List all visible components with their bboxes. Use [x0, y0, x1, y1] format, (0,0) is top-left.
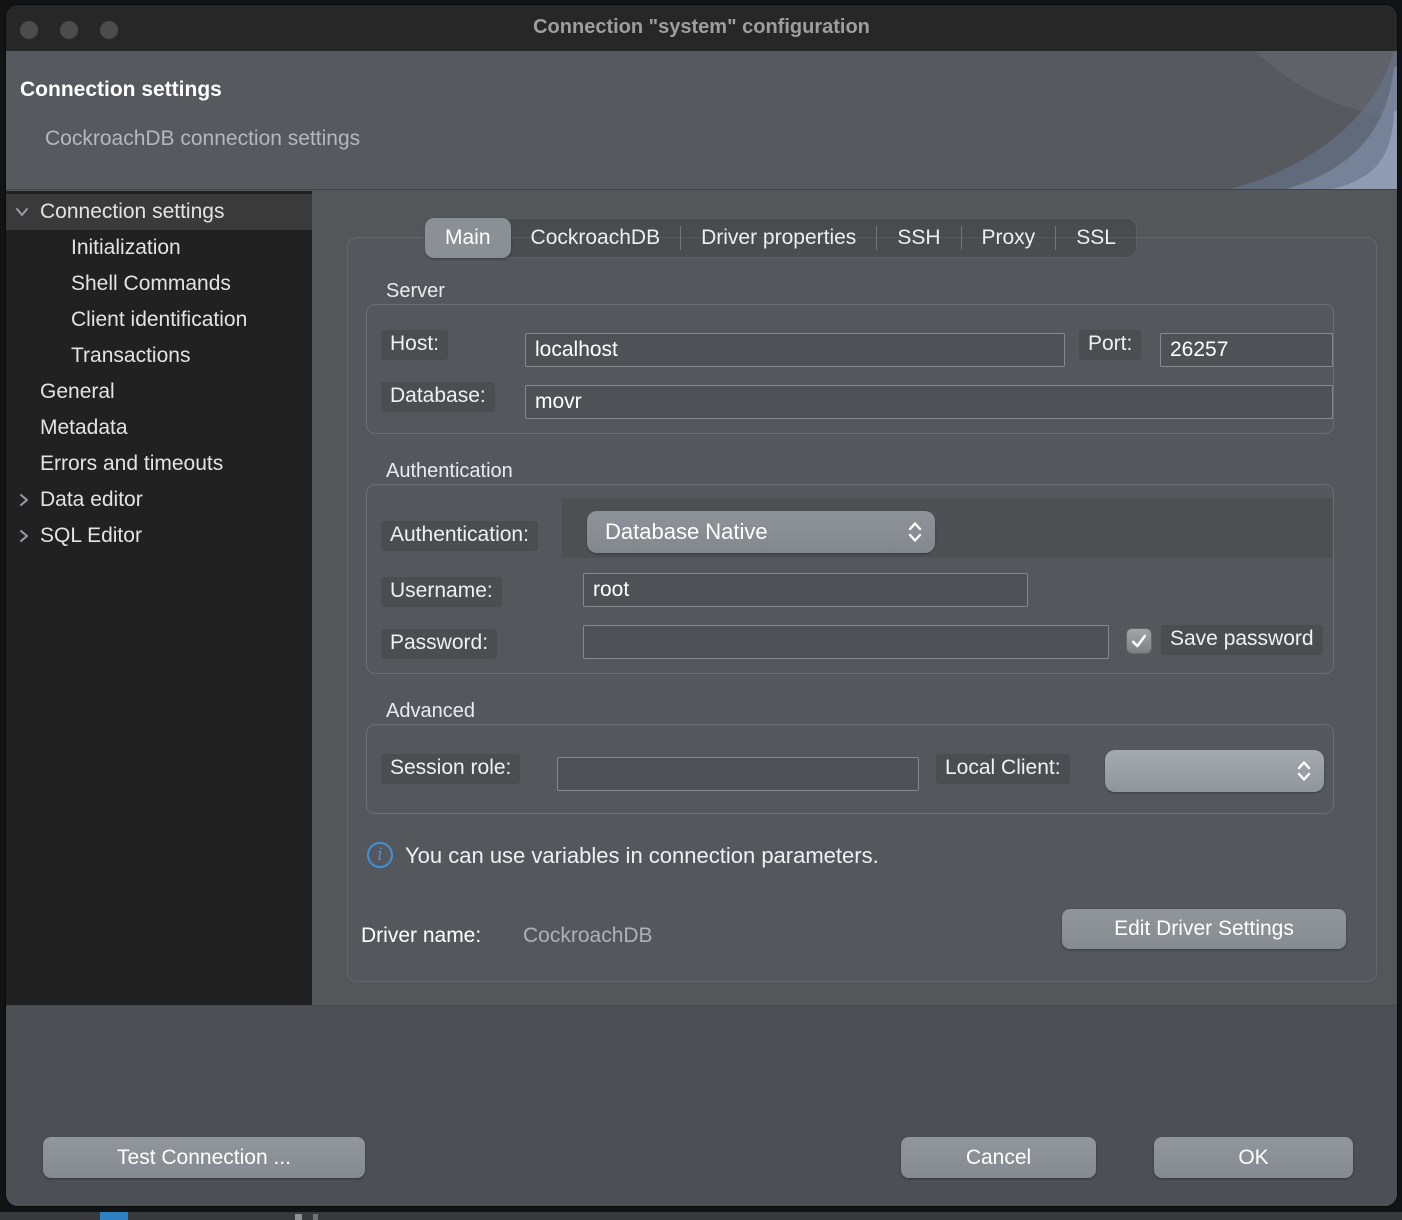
authentication-select[interactable]: Database Native — [587, 511, 935, 553]
tree-item-label: SQL Editor — [40, 524, 142, 547]
main-tab-panel: Server Host: Port: Database: Authenticat… — [347, 237, 1377, 982]
dialog-footer: Test Connection ... Cancel OK — [6, 1005, 1397, 1206]
background-window-blue-fragment — [100, 1212, 128, 1220]
tree-item-label: Client identification — [71, 308, 247, 331]
tree-item-label: General — [40, 380, 115, 403]
tab-driver-properties[interactable]: Driver properties — [681, 218, 876, 258]
header-swoosh-graphic — [1137, 51, 1397, 189]
advanced-group-legend: Advanced — [386, 700, 475, 723]
tree-item-label: Transactions — [71, 344, 190, 367]
tree-item-shell-commands[interactable]: Shell Commands — [6, 266, 312, 302]
tree-item-label: Errors and timeouts — [40, 452, 223, 475]
port-label: Port: — [1079, 330, 1141, 360]
tree-item-label: Metadata — [40, 416, 128, 439]
driver-name-label: Driver name: — [361, 924, 481, 948]
authentication-group: Authentication: Database Native Username… — [366, 484, 1334, 674]
chevron-right-icon[interactable] — [16, 492, 32, 508]
tree-item-sql-editor[interactable]: SQL Editor — [6, 518, 312, 554]
background-window-sliver — [0, 1212, 1402, 1220]
tree-item-connection-settings[interactable]: Connection settings — [6, 194, 312, 230]
popup-chevrons-icon — [1296, 759, 1312, 783]
password-label: Password: — [381, 629, 497, 659]
tab-cockroachdb[interactable]: CockroachDB — [511, 218, 681, 258]
tree-item-client-identification[interactable]: Client identification — [6, 302, 312, 338]
advanced-group: Session role: Local Client: — [366, 724, 1334, 814]
main-content: Main CockroachDB Driver properties SSH P… — [312, 191, 1397, 1005]
variables-hint-text: You can use variables in connection para… — [405, 843, 879, 869]
database-label: Database: — [381, 382, 495, 412]
edit-driver-settings-button[interactable]: Edit Driver Settings — [1062, 909, 1346, 949]
local-client-select[interactable] — [1105, 750, 1324, 792]
tab-ssh[interactable]: SSH — [877, 218, 960, 258]
username-input[interactable] — [583, 573, 1028, 607]
ok-button[interactable]: OK — [1154, 1137, 1353, 1178]
authentication-label: Authentication: — [381, 521, 538, 551]
connection-config-dialog: Connection "system" configuration Connec… — [6, 5, 1397, 1206]
tab-main[interactable]: Main — [425, 218, 511, 258]
username-label: Username: — [381, 577, 502, 607]
tab-proxy[interactable]: Proxy — [962, 218, 1056, 258]
save-password-checkbox[interactable] — [1126, 628, 1152, 654]
authentication-selected-value: Database Native — [587, 519, 907, 545]
tree-item-general[interactable]: General — [6, 374, 312, 410]
host-label: Host: — [381, 330, 448, 360]
popup-chevrons-icon — [907, 520, 923, 544]
server-group: Host: Port: Database: — [366, 304, 1334, 434]
password-input[interactable] — [583, 625, 1109, 659]
tree-item-label: Shell Commands — [71, 272, 231, 295]
info-icon: i — [367, 842, 393, 868]
titlebar: Connection "system" configuration — [6, 5, 1397, 51]
tab-bar: Main CockroachDB Driver properties SSH P… — [424, 218, 1137, 258]
tab-ssl[interactable]: SSL — [1056, 218, 1136, 258]
server-group-legend: Server — [386, 280, 445, 303]
tree-item-label: Data editor — [40, 488, 143, 511]
test-connection-button[interactable]: Test Connection ... — [43, 1137, 365, 1178]
tree-item-errors-and-timeouts[interactable]: Errors and timeouts — [6, 446, 312, 482]
tree-item-transactions[interactable]: Transactions — [6, 338, 312, 374]
background-window-fragment — [313, 1214, 318, 1220]
settings-tree: Connection settings Initialization Shell… — [6, 191, 312, 1005]
header-title: Connection settings — [20, 78, 222, 102]
tree-item-label: Connection settings — [40, 200, 224, 223]
session-role-input[interactable] — [557, 757, 919, 791]
dialog-header: Connection settings CockroachDB connecti… — [6, 51, 1397, 190]
save-password-label: Save password — [1161, 625, 1323, 655]
header-subtitle: CockroachDB connection settings — [45, 127, 360, 151]
tree-item-data-editor[interactable]: Data editor — [6, 482, 312, 518]
window-title: Connection "system" configuration — [6, 16, 1397, 39]
session-role-label: Session role: — [381, 754, 520, 784]
background-window-fragment — [295, 1214, 302, 1220]
database-input[interactable] — [525, 385, 1333, 419]
cancel-button[interactable]: Cancel — [901, 1137, 1096, 1178]
tree-item-initialization[interactable]: Initialization — [6, 230, 312, 266]
chevron-right-icon[interactable] — [16, 528, 32, 544]
checkmark-icon — [1129, 631, 1149, 651]
authentication-group-legend: Authentication — [386, 460, 513, 483]
tree-item-metadata[interactable]: Metadata — [6, 410, 312, 446]
port-input[interactable] — [1160, 333, 1333, 367]
chevron-down-icon[interactable] — [14, 204, 30, 220]
local-client-label: Local Client: — [936, 754, 1070, 784]
host-input[interactable] — [525, 333, 1065, 367]
driver-name-value: CockroachDB — [523, 924, 653, 948]
tree-item-label: Initialization — [71, 236, 181, 259]
